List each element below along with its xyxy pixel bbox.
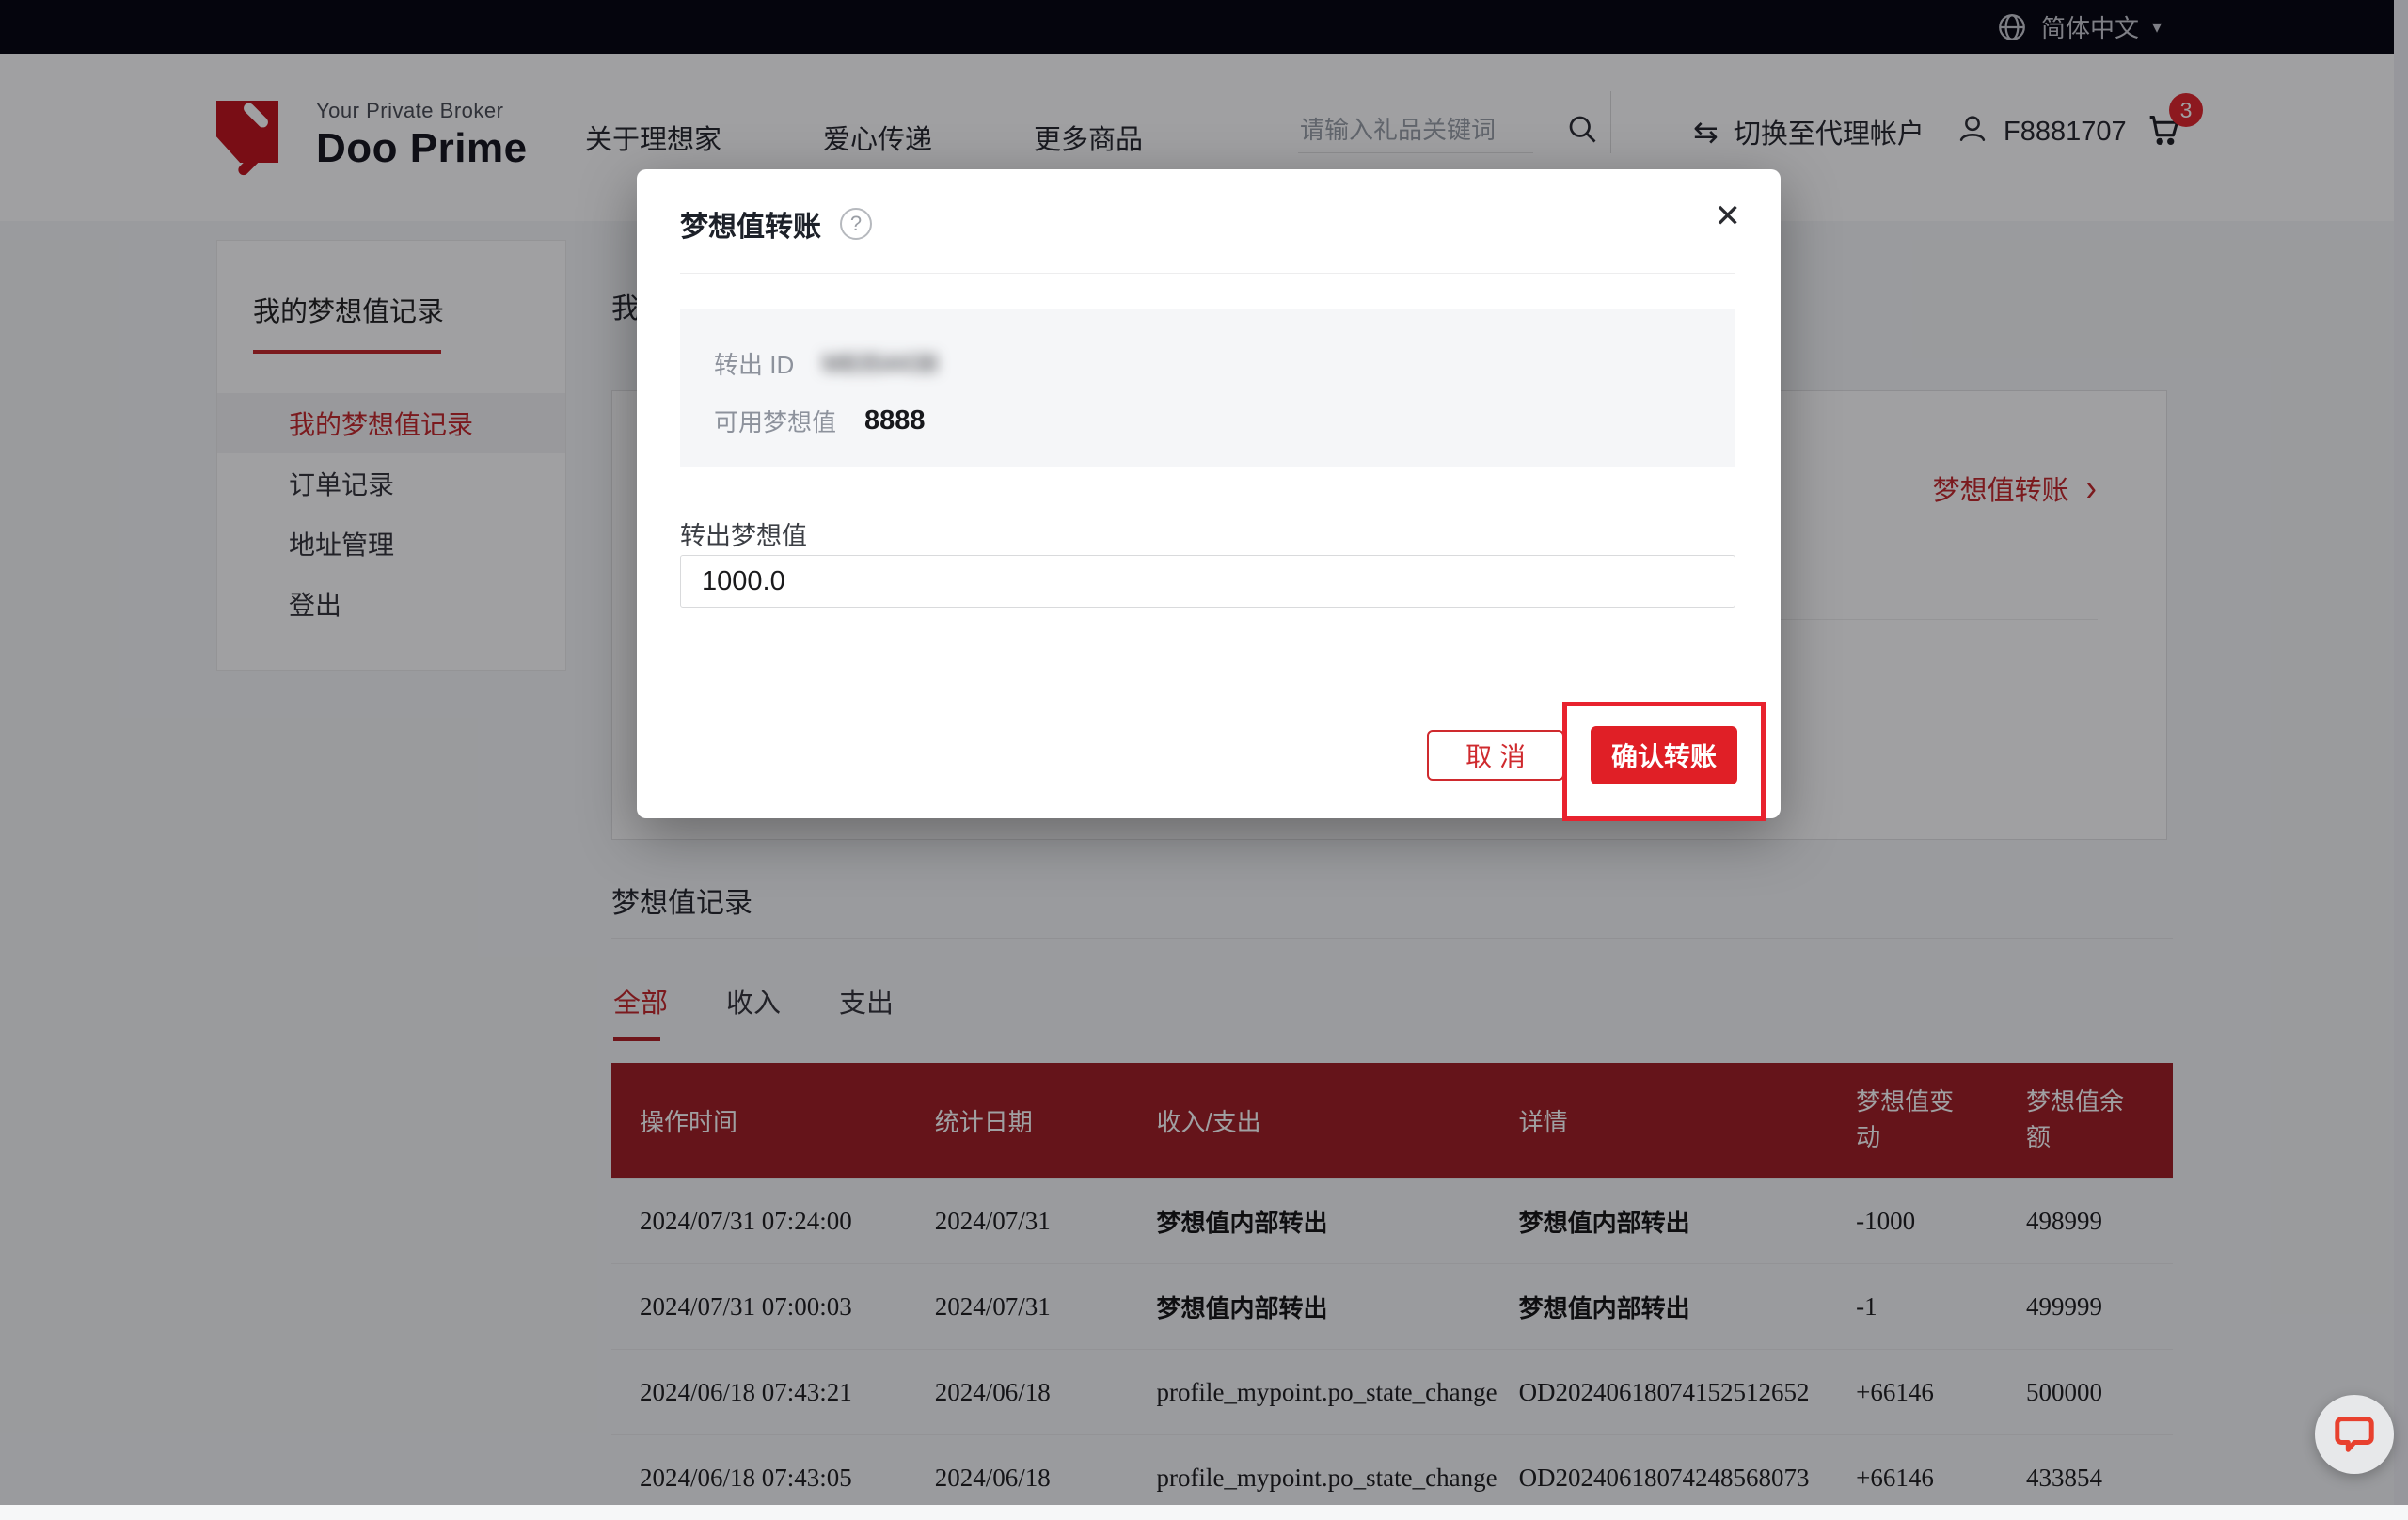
cancel-button[interactable]: 取 消: [1427, 730, 1564, 781]
confirm-transfer-button[interactable]: 确认转账: [1591, 726, 1737, 784]
transfer-id-value: M8354438: [822, 349, 938, 378]
transfer-id-label: 转出 ID: [714, 346, 794, 381]
amount-input[interactable]: [680, 555, 1735, 608]
transfer-info-box: 转出 ID M8354438 可用梦想值 8888: [680, 309, 1735, 467]
amount-label: 转出梦想值: [680, 515, 807, 552]
modal-title: 梦想值转账: [680, 203, 821, 245]
live-chat-button[interactable]: [2315, 1395, 2394, 1474]
help-icon[interactable]: ?: [840, 208, 872, 240]
modal-divider: [680, 273, 1735, 274]
scrollbar[interactable]: [2394, 0, 2408, 1505]
transfer-modal: 梦想值转账 ? ✕ 转出 ID M8354438 可用梦想值 8888 转出梦想…: [637, 169, 1781, 818]
chat-bubble-icon: [2333, 1411, 2376, 1459]
close-icon[interactable]: ✕: [1715, 198, 1742, 235]
available-points-label: 可用梦想值: [714, 404, 836, 438]
modal-header: 梦想值转账 ?: [680, 203, 872, 245]
available-points-value: 8888: [864, 405, 926, 436]
